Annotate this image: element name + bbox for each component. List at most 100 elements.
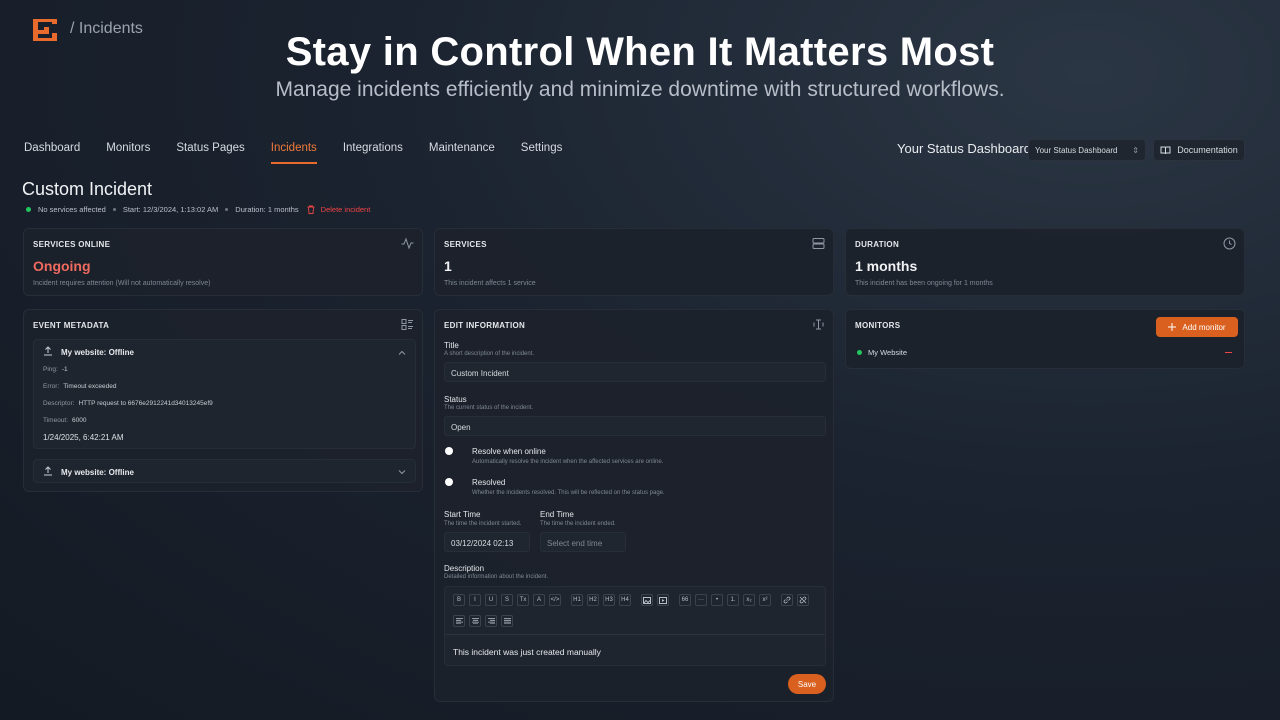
status-select-value: Your Status Dashboard — [1035, 146, 1118, 155]
page-title: Custom Incident — [22, 179, 153, 199]
image-icon — [643, 596, 651, 604]
align-justify-button[interactable] — [501, 615, 513, 627]
align-left-icon — [455, 618, 463, 624]
image-button[interactable] — [641, 594, 653, 606]
duration-value: 1 months — [855, 258, 918, 274]
card-header: SERVICES ONLINE — [33, 240, 111, 249]
clock-icon — [1223, 237, 1236, 250]
remove-monitor-button[interactable] — [1225, 352, 1232, 353]
event-item-expanded[interactable]: My website: Offline Ping: -1 Error: Timeou… — [33, 339, 416, 449]
nav-incidents[interactable]: Incidents — [270, 142, 317, 164]
description-text[interactable]: This incident was just created manually — [453, 647, 601, 657]
chevron-down-icon[interactable] — [398, 468, 406, 476]
card-header: SERVICES — [444, 240, 487, 249]
bold-button[interactable]: B — [453, 594, 465, 606]
link-button[interactable] — [781, 594, 793, 606]
status-select[interactable]: Open — [444, 416, 826, 436]
monitors-card: MONITORS Add monitor My Website — [845, 309, 1245, 369]
align-left-button[interactable] — [453, 615, 465, 627]
description-label: Description — [444, 564, 485, 573]
documentation-label: Documentation — [1177, 145, 1238, 155]
code-button[interactable]: </> — [549, 594, 561, 606]
ordered-list-button[interactable]: 1. — [727, 594, 739, 606]
delete-incident-button[interactable]: Delete incident — [307, 205, 371, 214]
hero-subtitle: Manage incidents efficiently and minimiz… — [275, 78, 1005, 101]
nav-status-pages[interactable]: Status Pages — [176, 142, 244, 164]
resolved-hint: Whether the incidents resolved. This wil… — [472, 490, 665, 496]
services-affected: No services affected — [38, 205, 106, 214]
nav-settings[interactable]: Settings — [521, 142, 563, 164]
event-item-collapsed[interactable]: My website: Offline — [33, 459, 416, 483]
h3-button[interactable]: H3 — [603, 594, 615, 606]
card-header: EDIT INFORMATION — [444, 321, 526, 330]
monitor-item[interactable]: My Website — [857, 348, 907, 357]
duration-card: DURATION 1 months This incident has been… — [845, 228, 1245, 296]
separator-dot — [225, 208, 229, 211]
plus-icon — [1168, 323, 1177, 331]
activity-icon — [401, 237, 414, 250]
status-dashboard-select[interactable]: Your Status Dashboard ⇕ — [1028, 139, 1146, 161]
status-dashboard-label: Your Status Dashboard — [897, 141, 1031, 156]
server-icon — [812, 238, 825, 249]
unlink-button[interactable] — [797, 594, 809, 606]
edit-text-icon — [813, 319, 824, 330]
end-time-hint: The time the incident ended. — [540, 521, 616, 527]
documentation-button[interactable]: Documentation — [1153, 139, 1245, 161]
nav-dashboard[interactable]: Dashboard — [24, 142, 80, 164]
superscript-button[interactable]: x² — [759, 594, 771, 606]
bullet-list-button[interactable]: • — [711, 594, 723, 606]
save-button[interactable]: Save — [788, 674, 826, 694]
nav-maintenance[interactable]: Maintenance — [429, 142, 495, 164]
incident-meta: No services affected Start: 12/3/2024, 1… — [26, 205, 370, 214]
italic-button[interactable]: I — [469, 594, 481, 606]
align-right-button[interactable] — [485, 615, 497, 627]
status-hint: The current status of the incident. — [444, 405, 534, 411]
delete-incident-label: Delete incident — [320, 205, 371, 214]
card-header: MONITORS — [855, 321, 901, 330]
title-hint: A short description of the incident. — [444, 351, 535, 357]
quote-button[interactable]: 66 — [679, 594, 691, 606]
h2-button[interactable]: H2 — [587, 594, 599, 606]
video-button[interactable] — [657, 594, 669, 606]
end-time-input[interactable]: Select end time — [540, 532, 626, 552]
align-justify-icon — [503, 618, 511, 624]
nav-integrations[interactable]: Integrations — [343, 142, 403, 164]
card-header: EVENT METADATA — [33, 321, 110, 330]
resolve-online-radio[interactable] — [445, 447, 453, 455]
resolve-online-label: Resolve when online — [472, 447, 546, 456]
edit-information-card: EDIT INFORMATION Title A short descripti… — [434, 309, 834, 702]
event-descriptor: Descriptor: HTTP request to 6676e2912241d… — [43, 400, 213, 407]
align-center-button[interactable] — [469, 615, 481, 627]
underline-button[interactable]: U — [485, 594, 497, 606]
nav-monitors[interactable]: Monitors — [106, 142, 150, 164]
start-time-input[interactable]: 03/12/2024 02:13 — [444, 532, 530, 552]
unlink-icon — [799, 596, 807, 604]
title-input[interactable]: Custom Incident — [444, 362, 826, 382]
highlight-button[interactable]: A — [533, 594, 545, 606]
h4-button[interactable]: H4 — [619, 594, 631, 606]
event-timestamp: 1/24/2025, 6:42:21 AM — [43, 433, 124, 442]
strike-button[interactable]: S — [501, 594, 513, 606]
upload-icon — [44, 346, 52, 356]
services-card: SERVICES 1 This incident affects 1 servi… — [434, 228, 834, 296]
h1-button[interactable]: H1 — [571, 594, 583, 606]
separator-dot — [112, 208, 116, 211]
start-time-hint: The time the incident started. — [444, 521, 522, 527]
services-online-value: Ongoing — [33, 258, 91, 274]
subscript-button[interactable]: x₂ — [743, 594, 755, 606]
services-online-card: SERVICES ONLINE Ongoing Incident require… — [23, 228, 423, 296]
hero-title: Stay in Control When It Matters Most — [285, 30, 995, 74]
add-monitor-button[interactable]: Add monitor — [1156, 317, 1238, 337]
start-time-label: Start Time — [444, 510, 481, 519]
event-error: Error: Timeout exceeded — [43, 383, 117, 390]
end-time-label: End Time — [540, 510, 574, 519]
clear-format-button[interactable]: Tx — [517, 594, 529, 606]
upload-icon — [44, 466, 52, 476]
event-title: My website: Offline — [61, 348, 134, 357]
chevron-updown-icon: ⇕ — [1132, 146, 1139, 155]
divider-button[interactable]: ··· — [695, 594, 707, 606]
description-editor[interactable]: B I U S Tx A </> H1 H2 H3 H4 66 ··· • 1.… — [444, 586, 826, 666]
resolved-radio[interactable] — [445, 478, 453, 486]
chevron-up-icon[interactable] — [398, 349, 406, 357]
status-label: Status — [444, 395, 467, 404]
